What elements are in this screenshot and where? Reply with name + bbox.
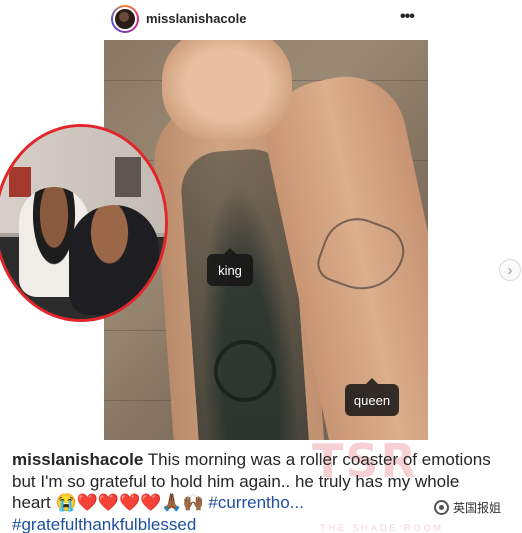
more-horizontal-icon[interactable]: •••: [400, 8, 415, 26]
tattoo-emblem: [214, 340, 276, 402]
photo-tag-label: king: [218, 262, 242, 278]
held-hands: [162, 40, 292, 140]
inset-photo: [0, 124, 168, 322]
caption-username[interactable]: misslanishacole: [12, 450, 143, 469]
photo-tag-queen[interactable]: queen: [345, 378, 399, 416]
hashtag-link[interactable]: #gratefulthankfulblessed: [12, 515, 196, 533]
post-caption: misslanishacole This morning was a rolle…: [12, 449, 492, 533]
post-username[interactable]: misslanishacole: [146, 11, 246, 26]
source-badge: 英国报姐: [430, 496, 506, 518]
avatar[interactable]: [111, 5, 139, 33]
wechat-channel-icon: [434, 499, 449, 515]
post-header: misslanishacole •••: [0, 0, 522, 40]
photo-tag-king[interactable]: king: [207, 248, 253, 286]
hashtag-link[interactable]: #currentho...: [208, 493, 303, 512]
chevron-right-icon[interactable]: ›: [499, 259, 521, 281]
photo-tag-label: queen: [353, 392, 391, 408]
inset-person: [69, 205, 159, 315]
caption-emojis: 😭❤️❤️❤️❤️🙏🏾🙌🏾: [55, 493, 204, 512]
source-badge-text: 英国报姐: [453, 500, 502, 515]
